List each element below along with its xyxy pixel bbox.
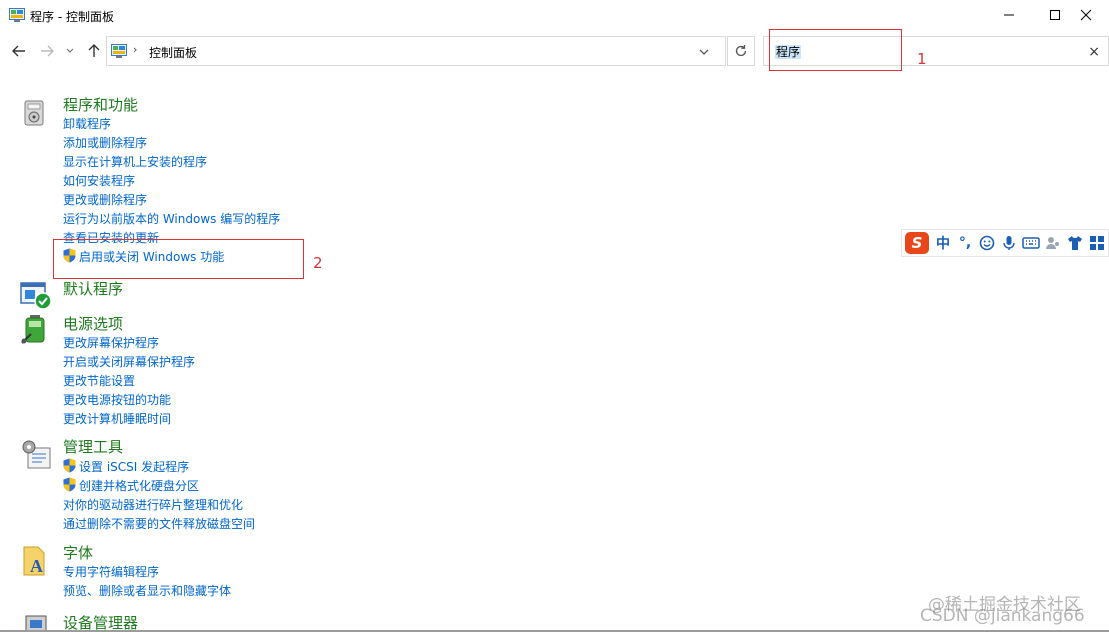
sogou-logo-icon[interactable]: S (902, 232, 932, 254)
chevron-down-icon (66, 48, 74, 53)
sogou-logo-text: S (905, 232, 929, 254)
link-how-to-install[interactable]: 如何安装程序 (63, 172, 135, 189)
admin-tools-icon (22, 440, 51, 469)
control-panel-icon (111, 44, 127, 58)
microphone-icon[interactable] (998, 232, 1020, 254)
chevron-down-icon[interactable] (697, 45, 711, 59)
breadcrumb-control-panel[interactable]: 控制面板 (149, 44, 197, 61)
link-run-older-programs[interactable]: 运行为以前版本的 Windows 编写的程序 (63, 210, 280, 227)
recent-locations-button[interactable] (64, 42, 76, 60)
arrow-left-icon (12, 45, 25, 57)
maximize-icon (1050, 10, 1060, 20)
back-button[interactable] (10, 42, 28, 60)
link-add-remove-programs[interactable]: 添加或删除程序 (63, 134, 147, 151)
control-panel-icon (9, 8, 25, 22)
window-title: 程序 - 控制面板 (30, 10, 114, 24)
keyboard-icon[interactable] (1020, 232, 1042, 254)
ime-mode-toggle[interactable]: 中 (932, 232, 954, 254)
link-private-character-editor[interactable]: 专用字符编辑程序 (63, 563, 159, 580)
link-defragment-drives[interactable]: 对你的驱动器进行碎片整理和优化 (63, 496, 243, 513)
category-title-power-options[interactable]: 电源选项 (63, 313, 123, 334)
annotation-number-2: 2 (313, 254, 323, 272)
skin-shirt-icon[interactable] (1064, 232, 1086, 254)
device-manager-icon (25, 615, 47, 632)
user-profile-icon[interactable] (1042, 232, 1064, 254)
power-options-icon (21, 315, 45, 344)
annotation-box-1 (769, 29, 902, 71)
title-bar: 程序 - 控制面板 (0, 0, 1109, 32)
link-change-screensaver[interactable]: 更改屏幕保护程序 (63, 334, 159, 351)
link-preview-delete-fonts[interactable]: 预览、删除或者显示和隐藏字体 (63, 582, 231, 599)
forward-button[interactable] (38, 42, 56, 60)
annotation-box-2 (53, 239, 304, 279)
category-title-device-manager[interactable]: 设备管理器 (63, 612, 138, 632)
breadcrumb-separator: › (133, 43, 138, 56)
fonts-icon: A (23, 546, 45, 576)
address-bar[interactable]: › 控制面板 (106, 36, 726, 66)
link-free-disk-space[interactable]: 通过删除不需要的文件释放磁盘空间 (63, 515, 255, 532)
up-button[interactable] (85, 42, 103, 60)
arrow-up-icon (88, 44, 100, 57)
close-button[interactable] (1063, 0, 1109, 30)
link-create-format-partitions[interactable]: 创建并格式化硬盘分区 (79, 477, 199, 494)
arrow-right-icon (41, 45, 54, 57)
clear-search-icon[interactable]: × (1088, 44, 1100, 60)
programs-features-icon (24, 100, 44, 126)
link-uninstall-program[interactable]: 卸载程序 (63, 115, 111, 132)
refresh-button[interactable] (727, 36, 755, 66)
category-title-fonts[interactable]: 字体 (63, 542, 93, 563)
link-toggle-screensaver[interactable]: 开启或关闭屏幕保护程序 (63, 353, 195, 370)
refresh-icon (735, 45, 747, 57)
annotation-number-1: 1 (917, 50, 927, 68)
category-title-default-programs[interactable]: 默认程序 (63, 278, 123, 299)
link-power-button-function[interactable]: 更改电源按钮的功能 (63, 391, 171, 408)
link-show-installed-programs[interactable]: 显示在计算机上安装的程序 (63, 153, 207, 170)
close-icon (1080, 9, 1092, 21)
category-title-admin-tools[interactable]: 管理工具 (63, 436, 123, 457)
emoji-icon[interactable] (976, 232, 998, 254)
uac-shield-icon (63, 458, 76, 473)
minimize-button[interactable] (986, 0, 1032, 30)
minimize-icon (1004, 14, 1014, 16)
link-iscsi-initiator[interactable]: 设置 iSCSI 发起程序 (79, 458, 189, 475)
link-sleep-time[interactable]: 更改计算机睡眠时间 (63, 410, 171, 427)
default-programs-icon (20, 282, 52, 310)
link-change-power-saving[interactable]: 更改节能设置 (63, 372, 135, 389)
ime-punctuation-toggle[interactable]: °, (954, 232, 976, 254)
toolbox-grid-icon[interactable] (1086, 232, 1108, 254)
uac-shield-icon (63, 477, 76, 492)
ime-toolbar[interactable]: S 中 °, (901, 229, 1109, 257)
link-change-remove-program[interactable]: 更改或删除程序 (63, 191, 147, 208)
svg-text:A: A (30, 556, 43, 576)
watermark-csdn: CSDN @jiankang66 (920, 606, 1085, 626)
category-title-programs-features[interactable]: 程序和功能 (63, 94, 138, 115)
